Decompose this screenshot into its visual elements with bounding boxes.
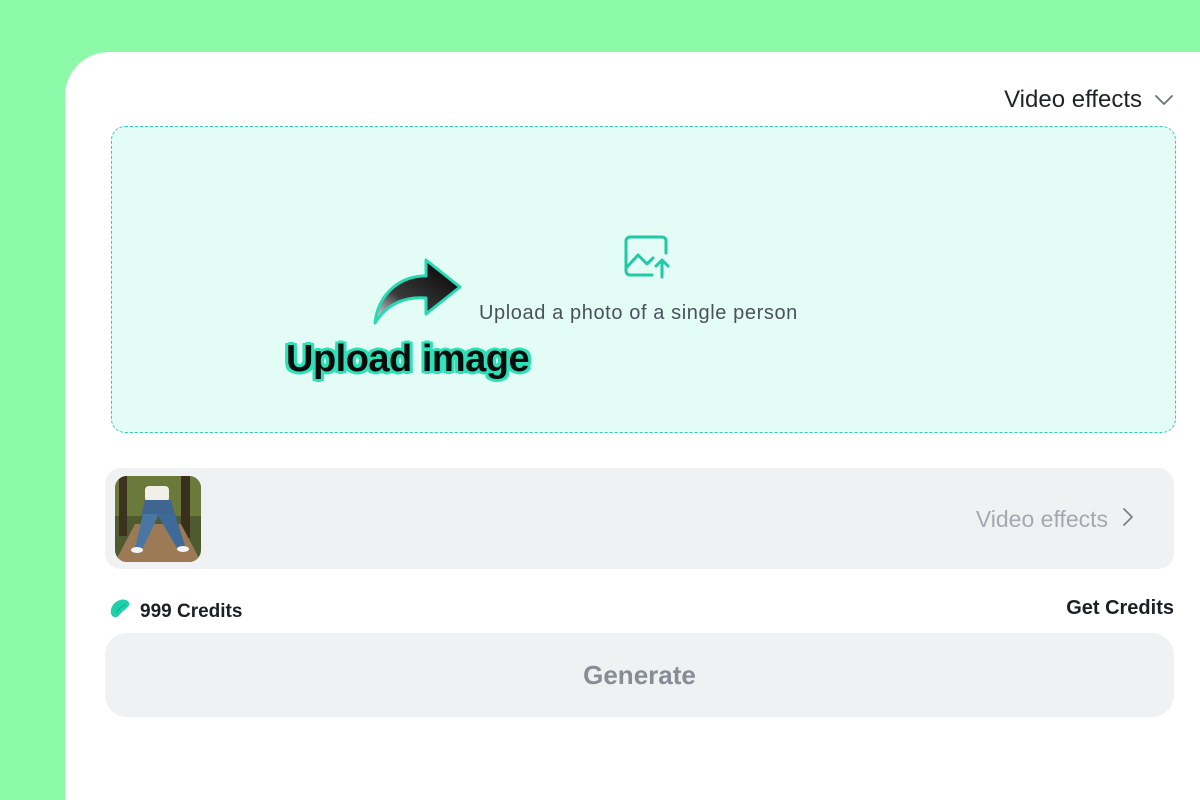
bean-icon — [108, 597, 132, 627]
credits-balance: 999 Credits — [108, 597, 242, 627]
chevron-down-icon — [1154, 94, 1174, 106]
upload-image-callout: Upload image — [286, 338, 530, 380]
get-credits-link[interactable]: Get Credits — [1066, 597, 1174, 620]
video-effect-selector[interactable]: Video effects — [105, 468, 1174, 569]
credits-amount: 999 Credits — [140, 601, 243, 622]
chevron-right-icon — [1122, 506, 1134, 533]
image-upload-icon[interactable] — [622, 233, 672, 284]
video-effects-dropdown[interactable]: Video effects — [1004, 86, 1174, 114]
video-effects-dropdown-label: Video effects — [1004, 86, 1142, 113]
generate-button[interactable]: Generate — [105, 633, 1174, 717]
video-effects-link-label: Video effects — [975, 506, 1108, 532]
effect-thumbnail — [115, 476, 201, 562]
upload-hint-text: Upload a photo of a single person — [479, 302, 798, 324]
curved-arrow-icon — [368, 255, 468, 335]
video-effects-link[interactable]: Video effects — [976, 506, 1134, 533]
